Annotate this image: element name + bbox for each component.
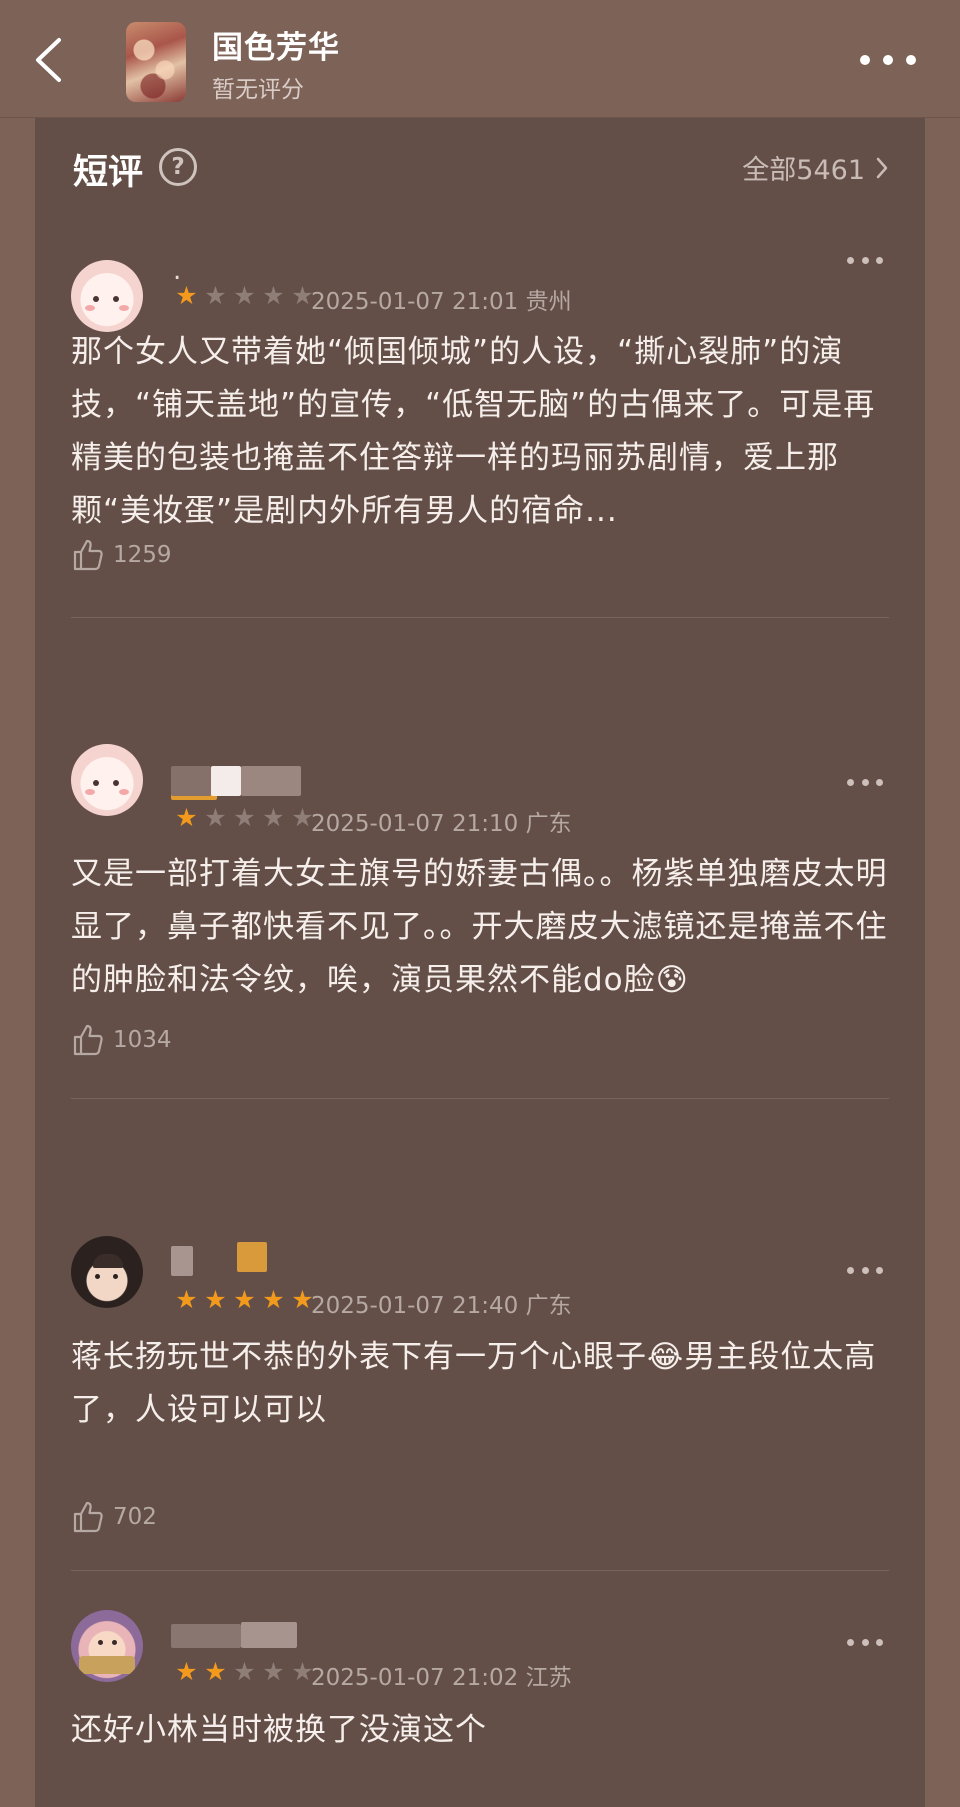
drama-poster-thumbnail[interactable]: [126, 22, 186, 102]
review-nickname-blurred[interactable]: [171, 1624, 241, 1648]
dot-icon: [847, 256, 854, 264]
drama-title: 国色芳华: [212, 30, 340, 66]
dot-icon: [876, 256, 883, 264]
review-nickname-blurred[interactable]: [237, 1242, 267, 1272]
review-text[interactable]: 还好小林当时被换了没演这个: [71, 1704, 891, 1757]
review-meta: 2025-01-07 21:02 江苏: [311, 1658, 572, 1692]
like-button[interactable]: 702: [71, 1500, 157, 1534]
like-button[interactable]: 1259: [71, 538, 172, 572]
review-more-button[interactable]: [847, 248, 883, 272]
help-icon[interactable]: ?: [159, 148, 197, 186]
review-location: 江苏: [525, 1665, 572, 1691]
star-icon: ★: [262, 1285, 285, 1314]
star-icon: ★: [204, 803, 227, 832]
more-options-button[interactable]: [860, 42, 916, 78]
dot-icon: [847, 1638, 854, 1646]
thumbs-up-icon: [73, 1024, 103, 1056]
star-icon: ★: [233, 1285, 256, 1314]
star-rating: ★ ★ ★ ★ ★: [173, 1286, 316, 1314]
short-reviews-card: 短评 ? 全部5461 . ★ ★ ★ ★ ★ 2025-01-07 21:01…: [35, 118, 925, 1807]
star-rating: ★ ★ ★ ★ ★: [173, 1658, 316, 1686]
review-nickname-blurred[interactable]: [211, 766, 241, 796]
review-text[interactable]: 那个女人又带着她“倾国倾城”的人设，“撕心裂肺”的演技，“铺天盖地”的宣传，“低…: [71, 326, 891, 538]
star-rating: ★ ★ ★ ★ ★: [173, 804, 316, 832]
divider: [71, 617, 889, 618]
star-icon: ★: [262, 803, 285, 832]
all-reviews-link[interactable]: 全部5461: [742, 148, 889, 187]
review-timestamp: 2025-01-07 21:02: [311, 1665, 519, 1691]
divider: [71, 1098, 889, 1099]
star-icon: ★: [233, 1657, 256, 1686]
avatar[interactable]: [71, 744, 143, 816]
dot-icon: [860, 55, 870, 65]
review-text[interactable]: 蒋长扬玩世不恭的外表下有一万个心眼子😂男主段位太高了，人设可以可以: [71, 1331, 891, 1437]
review-meta: 2025-01-07 21:40 广东: [311, 1286, 572, 1320]
thumbs-up-icon: [73, 1501, 103, 1533]
avatar[interactable]: [71, 1610, 143, 1682]
review-meta: 2025-01-07 21:10 广东: [311, 804, 572, 838]
like-button[interactable]: 1034: [71, 1023, 172, 1057]
star-icon: ★: [175, 1657, 198, 1686]
star-icon: ★: [262, 1657, 285, 1686]
dot-icon: [847, 778, 854, 786]
review-meta: 2025-01-07 21:01 贵州: [311, 282, 572, 316]
review-text[interactable]: 又是一部打着大女主旗号的娇妻古偶。。杨紫单独磨皮太明显了，鼻子都快看不见了。。开…: [71, 848, 891, 1007]
avatar[interactable]: [71, 1236, 143, 1308]
like-count: 1259: [113, 542, 172, 568]
star-icon: ★: [204, 1657, 227, 1686]
divider: [71, 1570, 889, 1571]
back-button[interactable]: [26, 32, 70, 88]
like-count: 1034: [113, 1027, 172, 1053]
review-location: 广东: [525, 1293, 572, 1319]
thumbs-up-icon: [73, 539, 103, 571]
dot-icon: [861, 778, 869, 786]
section-title: 短评: [73, 153, 144, 193]
review-timestamp: 2025-01-07 21:10: [311, 811, 519, 837]
star-icon: ★: [204, 281, 227, 310]
review-nickname-blurred[interactable]: [241, 766, 301, 796]
review-location: 广东: [525, 811, 572, 837]
star-icon: ★: [233, 281, 256, 310]
star-icon: ★: [175, 1285, 198, 1314]
dot-icon: [876, 1266, 883, 1274]
avatar[interactable]: [71, 260, 143, 332]
dot-icon: [876, 778, 883, 786]
review-more-button[interactable]: [847, 1258, 883, 1282]
like-count: 702: [113, 1504, 157, 1530]
dot-icon: [883, 55, 893, 65]
star-icon: ★: [204, 1285, 227, 1314]
dot-icon: [861, 1638, 869, 1646]
star-rating: ★ ★ ★ ★ ★: [173, 282, 316, 310]
review-nickname-blurred[interactable]: [241, 1622, 297, 1648]
dot-icon: [906, 55, 916, 65]
star-icon: ★: [175, 803, 198, 832]
review-more-button[interactable]: [847, 1630, 883, 1654]
star-icon: ★: [175, 281, 198, 310]
review-nickname-blurred[interactable]: [171, 1246, 193, 1276]
dot-icon: [861, 1266, 869, 1274]
chevron-right-icon: [876, 157, 888, 178]
review-timestamp: 2025-01-07 21:40: [311, 1293, 519, 1319]
rating-status: 暂无评分: [212, 77, 304, 103]
review-more-button[interactable]: [847, 770, 883, 794]
all-reviews-count: 全部5461: [742, 155, 865, 186]
review-timestamp: 2025-01-07 21:01: [311, 289, 519, 315]
star-icon: ★: [233, 803, 256, 832]
chevron-left-icon: [36, 38, 61, 82]
star-icon: ★: [262, 281, 285, 310]
review-location: 贵州: [525, 289, 572, 315]
review-nickname-blurred[interactable]: [171, 766, 211, 796]
dot-icon: [847, 1266, 854, 1274]
dot-icon: [876, 1638, 883, 1646]
dot-icon: [861, 256, 869, 264]
top-nav-bar: 国色芳华 暂无评分: [0, 0, 960, 118]
